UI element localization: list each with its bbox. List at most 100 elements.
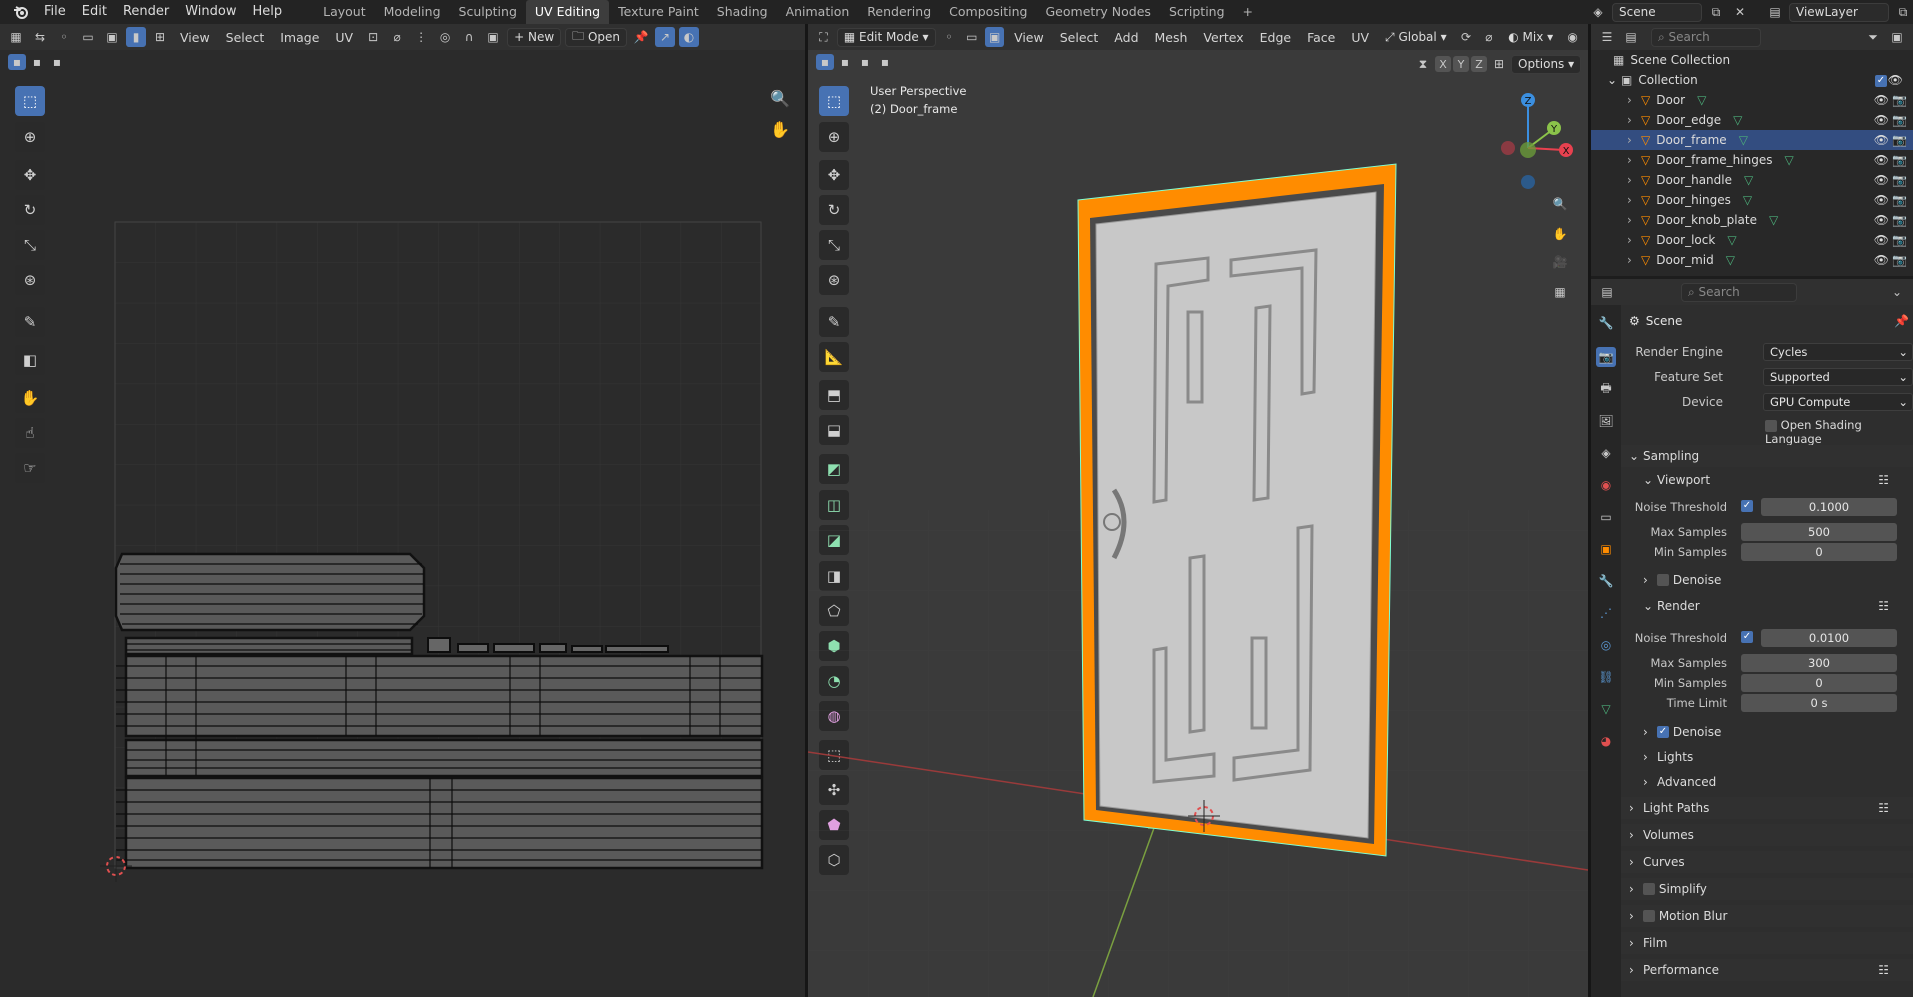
viewport-menu-select[interactable]: Select	[1054, 30, 1105, 45]
outliner-object-row[interactable]: › ▽ Door_mid ▽ 👁 📷	[1591, 250, 1913, 270]
collection-row[interactable]: ⌄ ▣ Collection ✓ 👁	[1591, 70, 1913, 90]
transform-orientation-selector[interactable]: ⤢ Global ▾	[1379, 28, 1453, 47]
material-tab-icon[interactable]: ◕	[1596, 731, 1616, 751]
uv-menu-view[interactable]: View	[174, 30, 216, 45]
viewport-subpanel-header[interactable]: ⌄ Viewport ☷	[1621, 469, 1913, 491]
menu-help[interactable]: Help	[245, 0, 291, 24]
viewport-denoise-header[interactable]: › Denoise	[1621, 569, 1913, 591]
uv-canvas[interactable]	[0, 50, 805, 997]
open-image-button[interactable]: 🗀 Open	[565, 27, 628, 47]
outliner-object-row[interactable]: › ▽ Door_frame ▽ 👁 📷	[1591, 130, 1913, 150]
vertex-mode-icon[interactable]: ◦	[940, 27, 959, 47]
face-mode-icon[interactable]: ▣	[985, 27, 1005, 47]
viewport-noise-threshold-checkbox[interactable]: ✓	[1741, 500, 1753, 512]
modifier-tab-icon[interactable]: 🔧	[1596, 571, 1616, 591]
outliner-object-row[interactable]: › ▽ Door ▽ 👁 📷	[1591, 90, 1913, 110]
viewport-menu-mesh[interactable]: Mesh	[1149, 30, 1194, 45]
motion-blur-checkbox[interactable]	[1643, 910, 1655, 922]
tab-sculpting[interactable]: Sculpting	[450, 0, 526, 24]
render-noise-threshold-field[interactable]: 0.0100	[1761, 629, 1897, 647]
viewport-noise-threshold-field[interactable]: 0.1000	[1761, 498, 1897, 516]
visibility-icon[interactable]: 👁	[1874, 213, 1889, 227]
render-max-samples-field[interactable]: 300	[1741, 654, 1897, 672]
uv-menu-uv[interactable]: UV	[329, 30, 359, 45]
chevron-right-icon[interactable]: ›	[1627, 233, 1641, 247]
edge-select-icon[interactable]: ▭	[78, 27, 98, 47]
snap-target-icon[interactable]: ⋮	[411, 27, 431, 47]
render-visibility-icon[interactable]: 📷	[1892, 113, 1907, 127]
face-select-icon[interactable]: ▣	[102, 27, 122, 47]
outliner-object-row[interactable]: › ▽ Door_lock ▽ 👁 📷	[1591, 230, 1913, 250]
data-tab-icon[interactable]: ▽	[1596, 699, 1616, 719]
properties-search-input[interactable]: ⌕ Search	[1681, 282, 1797, 302]
chevron-right-icon[interactable]: ›	[1627, 213, 1641, 227]
visibility-icon[interactable]: 👁	[1874, 193, 1889, 207]
image-browse-icon[interactable]: ▣	[483, 27, 503, 47]
tab-rendering[interactable]: Rendering	[858, 0, 940, 24]
pivot-icon[interactable]: ⊡	[363, 27, 383, 47]
chevron-right-icon[interactable]: ›	[1627, 173, 1641, 187]
chevron-right-icon[interactable]: ›	[1627, 153, 1641, 167]
curves-panel[interactable]: › Curves	[1621, 851, 1913, 873]
visibility-icon[interactable]: 👁	[1874, 113, 1889, 127]
tool-tab-icon[interactable]: 🔧	[1596, 313, 1616, 333]
render-visibility-icon[interactable]: 📷	[1892, 213, 1907, 227]
viewport-denoise-checkbox[interactable]	[1657, 574, 1669, 586]
tab-scripting[interactable]: Scripting	[1160, 0, 1234, 24]
pivot-point-icon[interactable]: ⟳	[1457, 27, 1476, 47]
viewport-menu-uv[interactable]: UV	[1345, 30, 1375, 45]
editor-type-icon[interactable]: ▤	[1597, 282, 1617, 302]
motion-blur-panel[interactable]: › Motion Blur	[1621, 905, 1913, 927]
scene-collection-row[interactable]: ▦ Scene Collection	[1591, 50, 1913, 70]
render-visibility-icon[interactable]: 📷	[1892, 93, 1907, 107]
tab-layout[interactable]: Layout	[314, 0, 375, 24]
new-scene-icon[interactable]: ⧉	[1706, 2, 1726, 22]
render-visibility-icon[interactable]: 📷	[1892, 133, 1907, 147]
outliner-object-row[interactable]: › ▽ Door_handle ▽ 👁 📷	[1591, 170, 1913, 190]
mode-selector[interactable]: ▦ Edit Mode ▾	[836, 27, 936, 47]
tab-modeling[interactable]: Modeling	[375, 0, 450, 24]
new-image-button[interactable]: + New	[507, 27, 562, 47]
view-layer-tab-icon[interactable]: 🖼	[1596, 411, 1616, 431]
viewport-menu-edge[interactable]: Edge	[1254, 30, 1297, 45]
vertex-select-icon[interactable]: ◦	[54, 27, 74, 47]
render-visibility-icon[interactable]: 📷	[1892, 253, 1907, 267]
render-denoise-checkbox[interactable]: ✓	[1657, 726, 1669, 738]
render-noise-threshold-checkbox[interactable]: ✓	[1741, 631, 1753, 643]
menu-window[interactable]: Window	[177, 0, 244, 24]
new-view-layer-icon[interactable]: ⧉	[1893, 2, 1913, 22]
render-tab-icon[interactable]: 📷	[1596, 347, 1616, 367]
chevron-right-icon[interactable]: ›	[1627, 133, 1641, 147]
visibility-icon[interactable]: 👁	[1874, 253, 1889, 267]
delete-scene-icon[interactable]: ✕	[1730, 2, 1750, 22]
editor-type-icon[interactable]: ⛶	[814, 27, 833, 47]
chevron-right-icon[interactable]: ›	[1627, 193, 1641, 207]
outliner-object-row[interactable]: › ▽ Door_edge ▽ 👁 📷	[1591, 110, 1913, 130]
outliner-object-row[interactable]: › ▽ Door_knob_plate ▽ 👁 📷	[1591, 210, 1913, 230]
device-dropdown[interactable]: GPU Compute ⌄	[1763, 393, 1913, 411]
list-icon[interactable]: ☷	[1878, 599, 1889, 613]
proportional-falloff-selector[interactable]: ◐ Mix ▾	[1502, 28, 1559, 47]
scene-icon[interactable]: ◈	[1588, 2, 1608, 22]
list-icon[interactable]: ☷	[1878, 473, 1889, 487]
lights-subpanel-header[interactable]: › Lights	[1621, 746, 1913, 768]
blender-logo-icon[interactable]	[6, 2, 36, 22]
constraints-tab-icon[interactable]: ⛓	[1596, 667, 1616, 687]
viewport-menu-face[interactable]: Face	[1301, 30, 1341, 45]
falloff-icon[interactable]: ∩	[459, 27, 479, 47]
pin-icon[interactable]: 📌	[631, 27, 651, 47]
outliner-search-input[interactable]: ⌕ Search	[1651, 27, 1761, 47]
visibility-icon[interactable]: 👁	[1874, 153, 1889, 167]
viewport-menu-view[interactable]: View	[1008, 30, 1050, 45]
viewport-min-samples-field[interactable]: 0	[1741, 543, 1897, 561]
tab-geometry-nodes[interactable]: Geometry Nodes	[1037, 0, 1160, 24]
chevron-right-icon[interactable]: ›	[1627, 93, 1641, 107]
particles-tab-icon[interactable]: ⋰	[1596, 603, 1616, 623]
sticky-selection-icon[interactable]: ⊞	[150, 27, 170, 47]
visibility-icon[interactable]: 👁	[1874, 133, 1889, 147]
viewport-max-samples-field[interactable]: 500	[1741, 523, 1897, 541]
exclude-checkbox[interactable]: ✓	[1875, 73, 1887, 87]
tab-shading[interactable]: Shading	[708, 0, 777, 24]
sampling-panel-header[interactable]: ⌄ Sampling	[1621, 445, 1913, 467]
collection-tab-icon[interactable]: ▭	[1596, 507, 1616, 527]
